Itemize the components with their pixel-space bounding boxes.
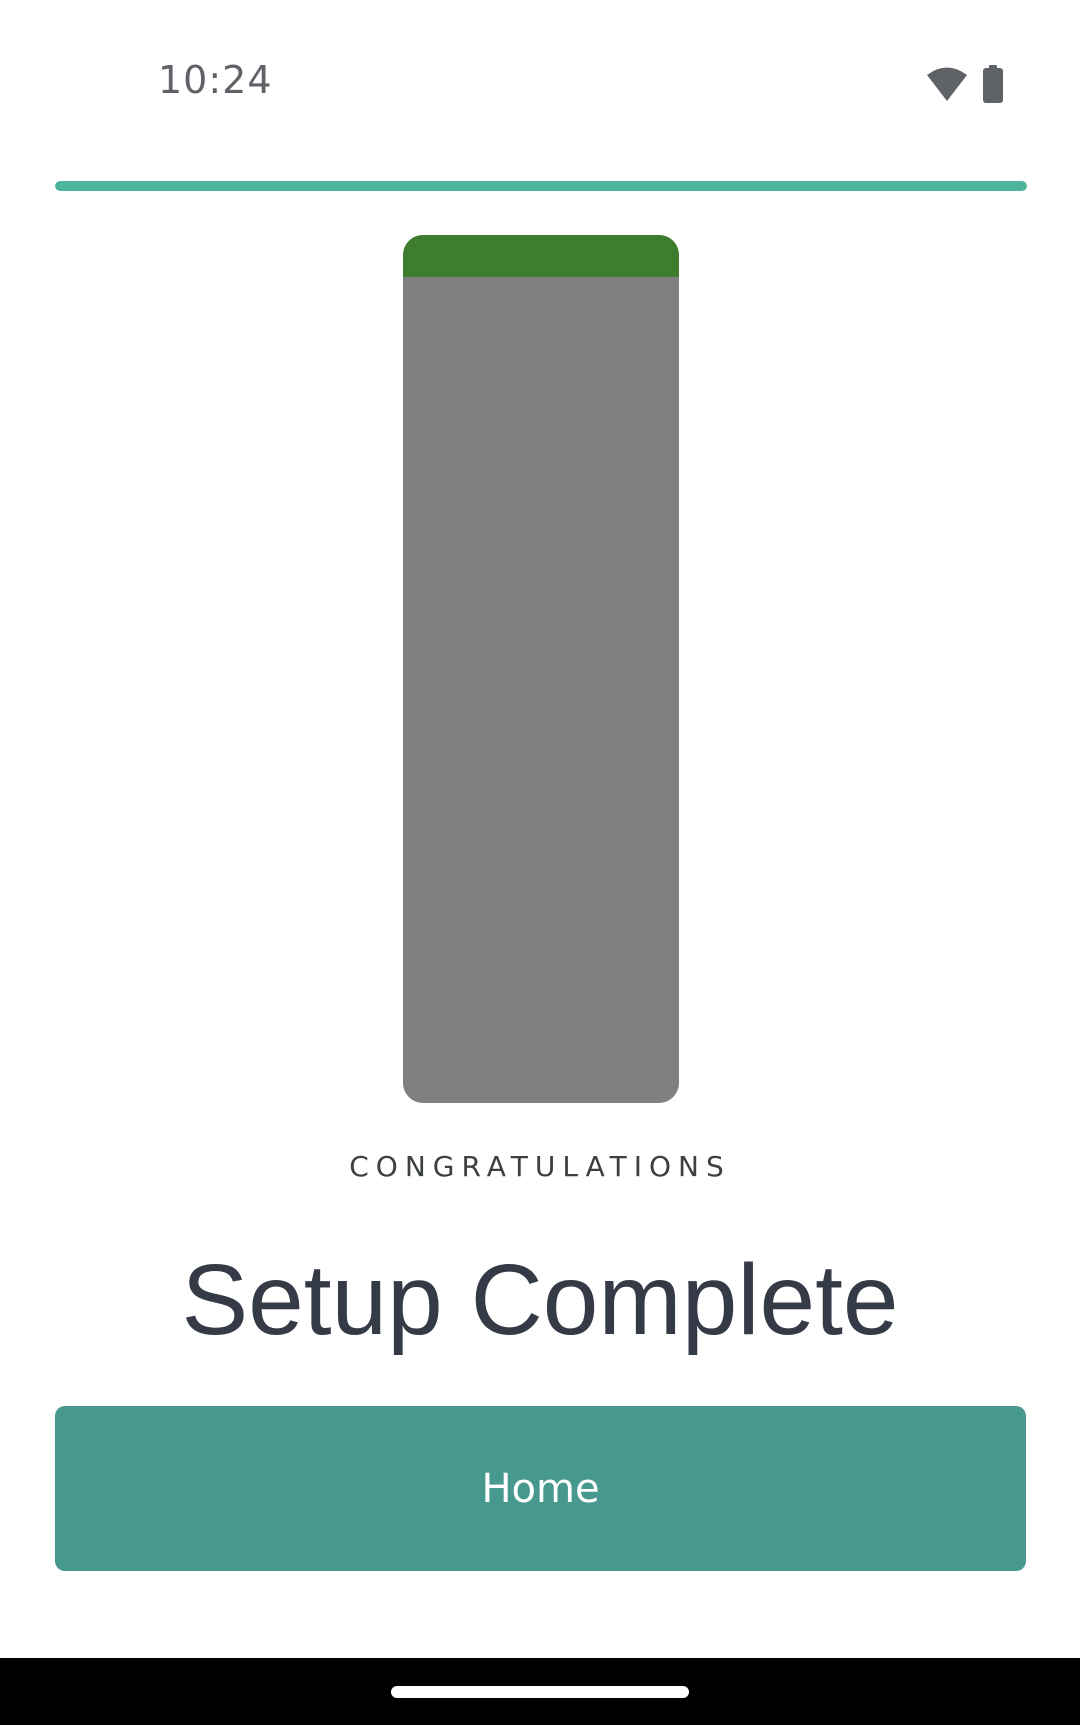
setup-progress-bar [55, 181, 1027, 191]
setup-progress-fill [55, 181, 1027, 191]
battery-icon [982, 65, 1004, 103]
setup-complete-screen: 10:24 CONGRATULATIONS Setup Complete Hom… [0, 0, 1080, 1725]
status-time: 10:24 [158, 58, 273, 102]
gesture-handle[interactable] [391, 1686, 689, 1698]
home-button[interactable]: Home [55, 1406, 1026, 1571]
navigation-bar [0, 1658, 1080, 1725]
status-icons [926, 64, 1004, 104]
device-illustration-top [403, 235, 679, 277]
wifi-icon [926, 66, 968, 102]
status-bar: 10:24 [0, 0, 1080, 160]
page-title: Setup Complete [181, 1244, 899, 1356]
device-illustration [403, 235, 679, 1103]
congratulations-label: CONGRATULATIONS [349, 1150, 731, 1183]
